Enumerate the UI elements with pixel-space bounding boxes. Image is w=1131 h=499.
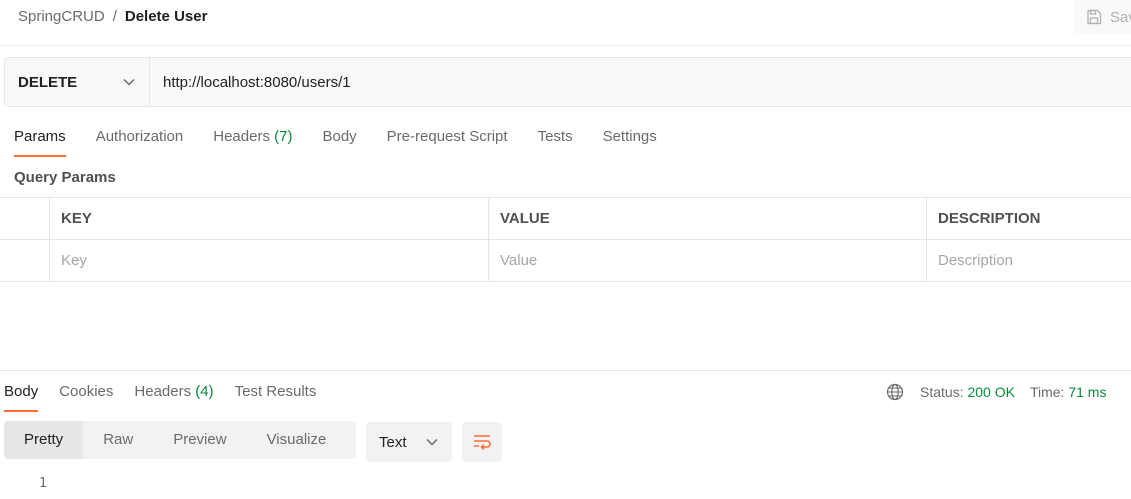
table-header-row: KEY VALUE DESCRIPTION — [0, 198, 1131, 240]
response-divider[interactable] — [0, 370, 1131, 371]
request-tabs: Params Authorization Headers (7) Body Pr… — [14, 126, 687, 158]
response-tab-headers-count: (4) — [195, 383, 214, 400]
query-params-table: KEY VALUE DESCRIPTION Key Value Descript… — [0, 197, 1131, 282]
header-divider — [0, 45, 1131, 46]
mode-preview[interactable]: Preview — [153, 421, 246, 459]
status-label: Status: — [920, 384, 964, 400]
method-select[interactable]: DELETE — [5, 58, 150, 106]
tab-body[interactable]: Body — [322, 126, 356, 158]
globe-icon[interactable] — [886, 383, 904, 401]
table-row: Key Value Description — [0, 240, 1131, 282]
save-label: Save — [1110, 8, 1131, 26]
table-header-spacer — [0, 198, 49, 239]
response-tabs: Body Cookies Headers (4) Test Results — [4, 381, 337, 413]
method-label: DELETE — [18, 73, 78, 91]
wrap-lines-button[interactable] — [462, 422, 502, 462]
tab-headers-label: Headers — [213, 128, 270, 145]
mode-visualize[interactable]: Visualize — [247, 421, 347, 459]
tab-authorization[interactable]: Authorization — [96, 126, 184, 158]
key-input[interactable]: Key — [49, 240, 488, 281]
wrap-lines-icon — [474, 435, 491, 451]
response-view-modes: Pretty Raw Preview Visualize — [4, 421, 356, 459]
chevron-down-icon — [426, 438, 438, 446]
response-tab-body[interactable]: Body — [4, 381, 39, 413]
request-title[interactable]: Delete User — [125, 8, 208, 26]
mode-raw[interactable]: Raw — [83, 421, 153, 459]
tab-tests[interactable]: Tests — [538, 126, 573, 158]
url-input[interactable]: http://localhost:8080/users/1 — [150, 58, 1131, 106]
column-header-value: VALUE — [488, 198, 926, 239]
tab-headers[interactable]: Headers (7) — [213, 126, 292, 158]
response-tab-cookies[interactable]: Cookies — [59, 381, 113, 413]
tab-settings[interactable]: Settings — [603, 126, 657, 158]
save-icon — [1087, 9, 1102, 25]
mode-pretty[interactable]: Pretty — [4, 421, 84, 459]
format-label: Text — [379, 433, 407, 451]
tab-params[interactable]: Params — [14, 126, 66, 158]
breadcrumb: SpringCRUD / Delete User — [18, 8, 207, 26]
row-checkbox-cell — [0, 240, 49, 281]
format-select[interactable]: Text — [366, 422, 452, 462]
tab-prerequest-script[interactable]: Pre-request Script — [387, 126, 508, 158]
value-input[interactable]: Value — [488, 240, 926, 281]
column-header-description: DESCRIPTION — [926, 198, 1131, 239]
response-tab-headers[interactable]: Headers (4) — [134, 381, 213, 413]
response-status: Status: 200 OK Time: 71 ms — [886, 382, 1106, 402]
response-tab-test-results[interactable]: Test Results — [235, 381, 317, 413]
column-header-key: KEY — [49, 198, 488, 239]
tab-headers-count: (7) — [274, 128, 293, 145]
save-button[interactable]: Save — [1074, 0, 1131, 34]
time-value[interactable]: 71 ms — [1068, 384, 1106, 400]
status-value[interactable]: 200 OK — [967, 384, 1014, 400]
time-label: Time: — [1029, 384, 1065, 400]
description-input[interactable]: Description — [926, 240, 1131, 281]
query-params-title: Query Params — [14, 169, 116, 186]
url-bar: DELETE http://localhost:8080/users/1 — [4, 57, 1131, 107]
breadcrumb-collection[interactable]: SpringCRUD — [18, 8, 105, 26]
chevron-down-icon — [123, 78, 135, 86]
response-tab-headers-label: Headers — [134, 383, 192, 400]
line-number: 1 — [39, 476, 47, 491]
breadcrumb-separator: / — [112, 8, 117, 25]
